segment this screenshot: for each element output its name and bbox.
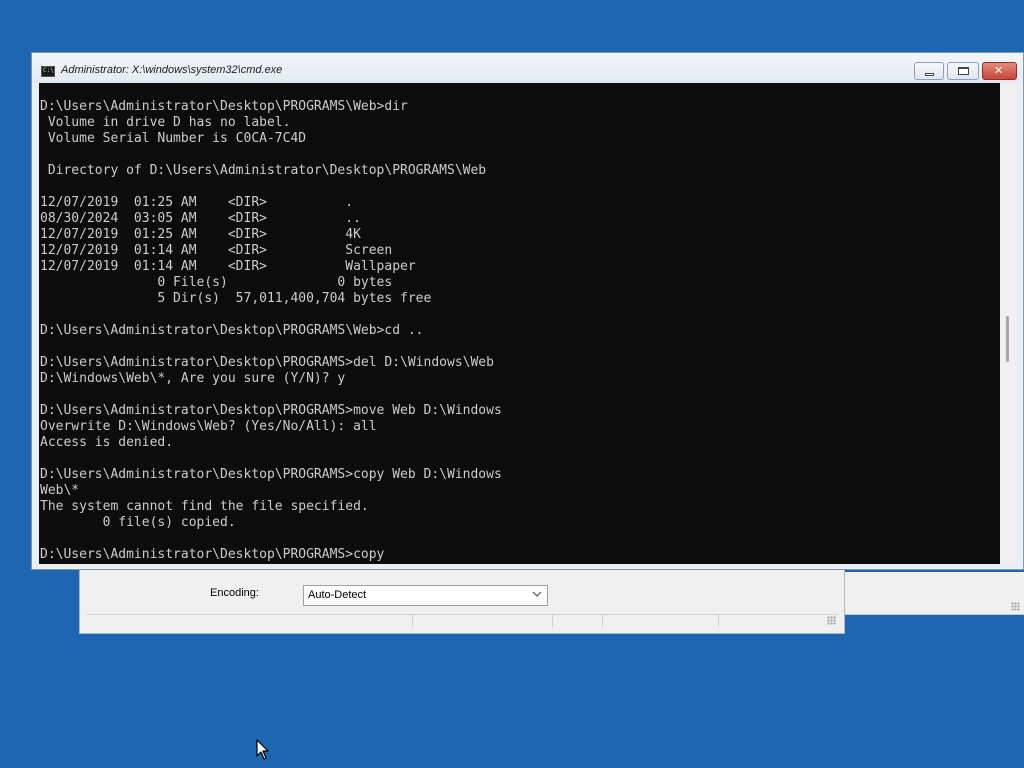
vertical-scrollbar[interactable] — [1000, 83, 1017, 564]
console-line: Overwrite D:\Windows\Web? (Yes/No/All): … — [40, 419, 377, 434]
console-line: Directory of D:\Users\Administrator\Desk… — [40, 163, 487, 178]
dialog-status-bar — [86, 614, 838, 627]
background-dialog-extension — [845, 572, 1024, 615]
window-title: Administrator: X:\windows\system32\cmd.e… — [61, 64, 283, 76]
console-line: 0 File(s) 0 bytes — [40, 275, 393, 290]
minimize-icon — [925, 73, 934, 76]
status-bar-divider — [718, 615, 719, 627]
console-text: D:\Users\Administrator\Desktop\PROGRAMS\… — [40, 99, 502, 563]
resize-grip-icon[interactable] — [1011, 602, 1020, 611]
close-button[interactable]: ✕ — [982, 62, 1017, 80]
title-bar[interactable]: C:\ Administrator: X:\windows\system32\c… — [32, 53, 1023, 83]
status-bar-divider — [552, 615, 553, 627]
cmd-window[interactable]: C:\ Administrator: X:\windows\system32\c… — [31, 52, 1024, 570]
console-line: 5 Dir(s) 57,011,400,704 bytes free — [40, 291, 432, 306]
console-line: D:\Windows\Web\*, Are you sure (Y/N)? y — [40, 371, 346, 386]
console-line: 12/07/2019 01:25 AM <DIR> . — [40, 195, 354, 210]
scrollbar-thumb[interactable] — [1006, 316, 1009, 362]
maximize-icon — [958, 67, 969, 75]
console-output[interactable]: D:\Users\Administrator\Desktop\PROGRAMS\… — [39, 83, 1000, 564]
console-line: 12/07/2019 01:14 AM <DIR> Screen — [40, 243, 393, 258]
close-icon: ✕ — [994, 64, 1004, 77]
console-line: The system cannot find the file specifie… — [40, 499, 369, 514]
console-line: D:\Users\Administrator\Desktop\PROGRAMS\… — [40, 323, 424, 338]
console-line: 12/07/2019 01:25 AM <DIR> 4K — [40, 227, 361, 242]
cmd-icon[interactable]: C:\ — [41, 66, 55, 77]
mouse-pointer-icon — [256, 739, 269, 760]
console-line: 0 file(s) copied. — [40, 515, 236, 530]
console-line: D:\Users\Administrator\Desktop\PROGRAMS\… — [40, 99, 408, 114]
console-line: D:\Users\Administrator\Desktop\PROGRAMS>… — [40, 467, 502, 482]
encoding-label: Encoding: — [210, 587, 259, 599]
console-line: 12/07/2019 01:14 AM <DIR> Wallpaper — [40, 259, 416, 274]
chevron-down-icon — [532, 591, 542, 597]
resize-grip-icon[interactable] — [827, 616, 836, 625]
desktop[interactable]: Encoding: Auto-Detect C:\ Administrator:… — [0, 0, 1024, 768]
console-line: D:\Users\Administrator\Desktop\PROGRAMS>… — [40, 547, 385, 562]
console-line: D:\Users\Administrator\Desktop\PROGRAMS>… — [40, 403, 502, 418]
console-line: Access is denied. — [40, 435, 174, 450]
encoding-selected-value: Auto-Detect — [308, 589, 367, 601]
console-line: Web\* — [40, 483, 80, 498]
status-bar-divider — [602, 615, 603, 627]
minimize-button[interactable] — [914, 62, 944, 80]
encoding-dropdown[interactable]: Auto-Detect — [303, 585, 548, 606]
console-line: Volume Serial Number is C0CA-7C4D — [40, 131, 307, 146]
cmd-icon-label: C:\ — [43, 67, 54, 74]
console-line: 08/30/2024 03:05 AM <DIR> .. — [40, 211, 361, 226]
maximize-button[interactable] — [947, 62, 979, 80]
status-bar-divider — [412, 615, 413, 627]
console-line: Volume in drive D has no label. — [40, 115, 291, 130]
console-line: D:\Users\Administrator\Desktop\PROGRAMS>… — [40, 355, 494, 370]
